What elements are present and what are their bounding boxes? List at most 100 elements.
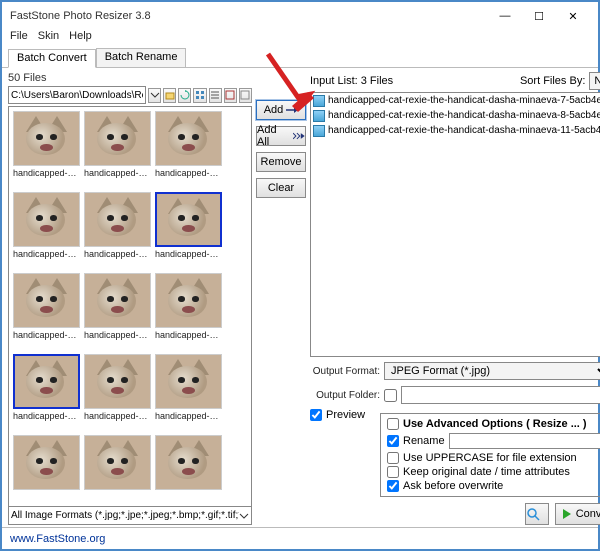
thumbnail-item[interactable]: handicapped-cat-r...: [155, 273, 222, 350]
menu-bar: File Skin Help: [2, 30, 598, 48]
output-format-select[interactable]: JPEG Format (*.jpg): [384, 362, 600, 380]
content: 50 Files handicapped-cat-r...handicapped…: [2, 68, 598, 527]
thumbnail-label: handicapped-cat-r...: [155, 411, 222, 421]
thumbnail-item[interactable]: [155, 435, 222, 502]
image-file-icon: [313, 110, 325, 122]
close-window-button[interactable]: ✕: [556, 6, 590, 26]
output-folder-label: Output Folder:: [310, 390, 380, 401]
magnifier-icon: [526, 507, 540, 521]
rename-pattern-input[interactable]: [449, 433, 600, 449]
preview-row: Preview: [310, 409, 374, 497]
add-button[interactable]: Add: [256, 100, 306, 120]
play-icon: [562, 508, 572, 520]
thumbnail-item[interactable]: handicapped-cat-r...: [13, 192, 80, 269]
thumbnail-item[interactable]: handicapped-cat-r...: [84, 354, 151, 431]
output-format-row: Output Format: JPEG Format (*.jpg) Setti…: [310, 361, 600, 381]
ask-overwrite-label: Ask before overwrite: [403, 480, 503, 492]
select-none-icon[interactable]: [239, 88, 252, 103]
output-folder-checkbox[interactable]: [384, 389, 397, 402]
output-format-label: Output Format:: [310, 366, 380, 377]
thumbnail-item[interactable]: [13, 435, 80, 502]
thumbnail-item[interactable]: handicapped-cat-r...: [13, 111, 80, 188]
menu-help[interactable]: Help: [69, 30, 92, 48]
uppercase-ext-label: Use UPPERCASE for file extension: [403, 452, 577, 464]
thumbnail-label: handicapped-cat-r...: [84, 330, 151, 340]
thumbnail-label: handicapped-cat-r...: [155, 168, 222, 178]
input-list-item-label: handicapped-cat-rexie-the-handicat-dasha…: [328, 110, 600, 121]
rename-checkbox[interactable]: [387, 435, 399, 447]
menu-file[interactable]: File: [10, 30, 28, 48]
thumbnail-item[interactable]: handicapped-cat-r...: [84, 111, 151, 188]
image-file-icon: [313, 125, 325, 137]
clear-button[interactable]: Clear: [256, 178, 306, 198]
chevron-down-icon: [239, 511, 249, 521]
select-all-icon[interactable]: [224, 88, 237, 103]
view-grid-icon[interactable]: [193, 88, 206, 103]
sort-by-label: Sort Files By:: [520, 75, 585, 87]
thumbnail-label: handicapped-cat-r...: [155, 330, 222, 340]
thumbnail-item[interactable]: [84, 435, 151, 502]
input-list[interactable]: handicapped-cat-rexie-the-handicat-dasha…: [310, 92, 600, 357]
convert-button[interactable]: Convert: [555, 503, 600, 525]
source-panel: 50 Files handicapped-cat-r...handicapped…: [8, 72, 252, 525]
status-bar: www.FastStone.org: [2, 527, 598, 549]
thumbnail-item[interactable]: handicapped-cat-r...: [155, 192, 222, 269]
thumbnail-label: handicapped-cat-r...: [13, 330, 80, 340]
file-count-label: 50 Files: [8, 72, 252, 84]
thumbnail-item[interactable]: handicapped-cat-r...: [13, 354, 80, 431]
dropdown-icon[interactable]: [148, 88, 161, 103]
thumbnail-label: handicapped-cat-r...: [84, 411, 151, 421]
minimize-button[interactable]: —: [488, 6, 522, 26]
advanced-options: Use Advanced Options ( Resize ... ) Rena…: [380, 413, 600, 497]
refresh-icon[interactable]: [178, 88, 191, 103]
maximize-button[interactable]: ☐: [522, 6, 556, 26]
input-list-item[interactable]: handicapped-cat-rexie-the-handicat-dasha…: [311, 123, 600, 138]
tab-strip: Batch Convert Batch Rename: [2, 48, 598, 68]
folder-up-icon[interactable]: [163, 88, 176, 103]
thumbnail-item[interactable]: handicapped-cat-r...: [155, 354, 222, 431]
input-list-item-label: handicapped-cat-rexie-the-handicat-dasha…: [328, 125, 600, 136]
tab-batch-rename[interactable]: Batch Rename: [96, 48, 187, 67]
thumbnail-label: handicapped-cat-r...: [84, 168, 151, 178]
preview-label: Preview: [326, 409, 365, 421]
keep-date-checkbox[interactable]: [387, 466, 399, 478]
transfer-buttons: Add Add All Remove Clear: [256, 72, 306, 525]
format-filter-label: All Image Formats (*.jpg;*.jpe;*.jpeg;*.…: [11, 510, 239, 521]
input-list-item[interactable]: handicapped-cat-rexie-the-handicat-dasha…: [311, 108, 600, 123]
thumbnail-label: handicapped-cat-r...: [13, 249, 80, 259]
window-title: FastStone Photo Resizer 3.8: [10, 10, 488, 22]
view-list-icon[interactable]: [209, 88, 222, 103]
thumbnail-label: handicapped-cat-r...: [13, 411, 80, 421]
tab-batch-convert[interactable]: Batch Convert: [8, 49, 96, 68]
arrow-double-right-icon: [293, 132, 305, 140]
rename-label: Rename: [403, 435, 445, 447]
thumbnail-item[interactable]: handicapped-cat-r...: [84, 273, 151, 350]
thumbnail-label: handicapped-cat-r...: [13, 168, 80, 178]
format-filter-row[interactable]: All Image Formats (*.jpg;*.jpe;*.jpeg;*.…: [8, 507, 252, 525]
thumbnail-item[interactable]: handicapped-cat-r...: [84, 192, 151, 269]
add-all-button[interactable]: Add All: [256, 126, 306, 146]
website-link[interactable]: www.FastStone.org: [10, 533, 105, 545]
ask-overwrite-checkbox[interactable]: [387, 480, 399, 492]
arrow-right-icon: [286, 106, 298, 114]
thumbnail-grid[interactable]: handicapped-cat-r...handicapped-cat-r...…: [8, 106, 252, 507]
input-list-item[interactable]: handicapped-cat-rexie-the-handicat-dasha…: [311, 93, 600, 108]
thumbnail-item[interactable]: handicapped-cat-r...: [155, 111, 222, 188]
uppercase-ext-checkbox[interactable]: [387, 452, 399, 464]
advanced-options-checkbox[interactable]: [387, 418, 399, 430]
title-bar: FastStone Photo Resizer 3.8 — ☐ ✕: [2, 2, 598, 30]
advanced-options-label: Use Advanced Options ( Resize ... ): [403, 418, 587, 430]
output-folder-input[interactable]: [401, 386, 600, 404]
preview-image-button[interactable]: [525, 503, 549, 525]
input-list-item-label: handicapped-cat-rexie-the-handicat-dasha…: [328, 95, 600, 106]
path-input[interactable]: [8, 86, 146, 104]
sort-by-select[interactable]: No Sort: [589, 72, 600, 90]
menu-skin[interactable]: Skin: [38, 30, 59, 48]
action-row: Convert Close: [310, 503, 600, 525]
path-row: [8, 86, 252, 104]
preview-checkbox[interactable]: [310, 409, 322, 421]
input-list-count: Input List: 3 Files: [310, 75, 393, 87]
thumbnail-item[interactable]: handicapped-cat-r...: [13, 273, 80, 350]
output-panel: Input List: 3 Files Sort Files By: No So…: [310, 72, 600, 525]
remove-button[interactable]: Remove: [256, 152, 306, 172]
